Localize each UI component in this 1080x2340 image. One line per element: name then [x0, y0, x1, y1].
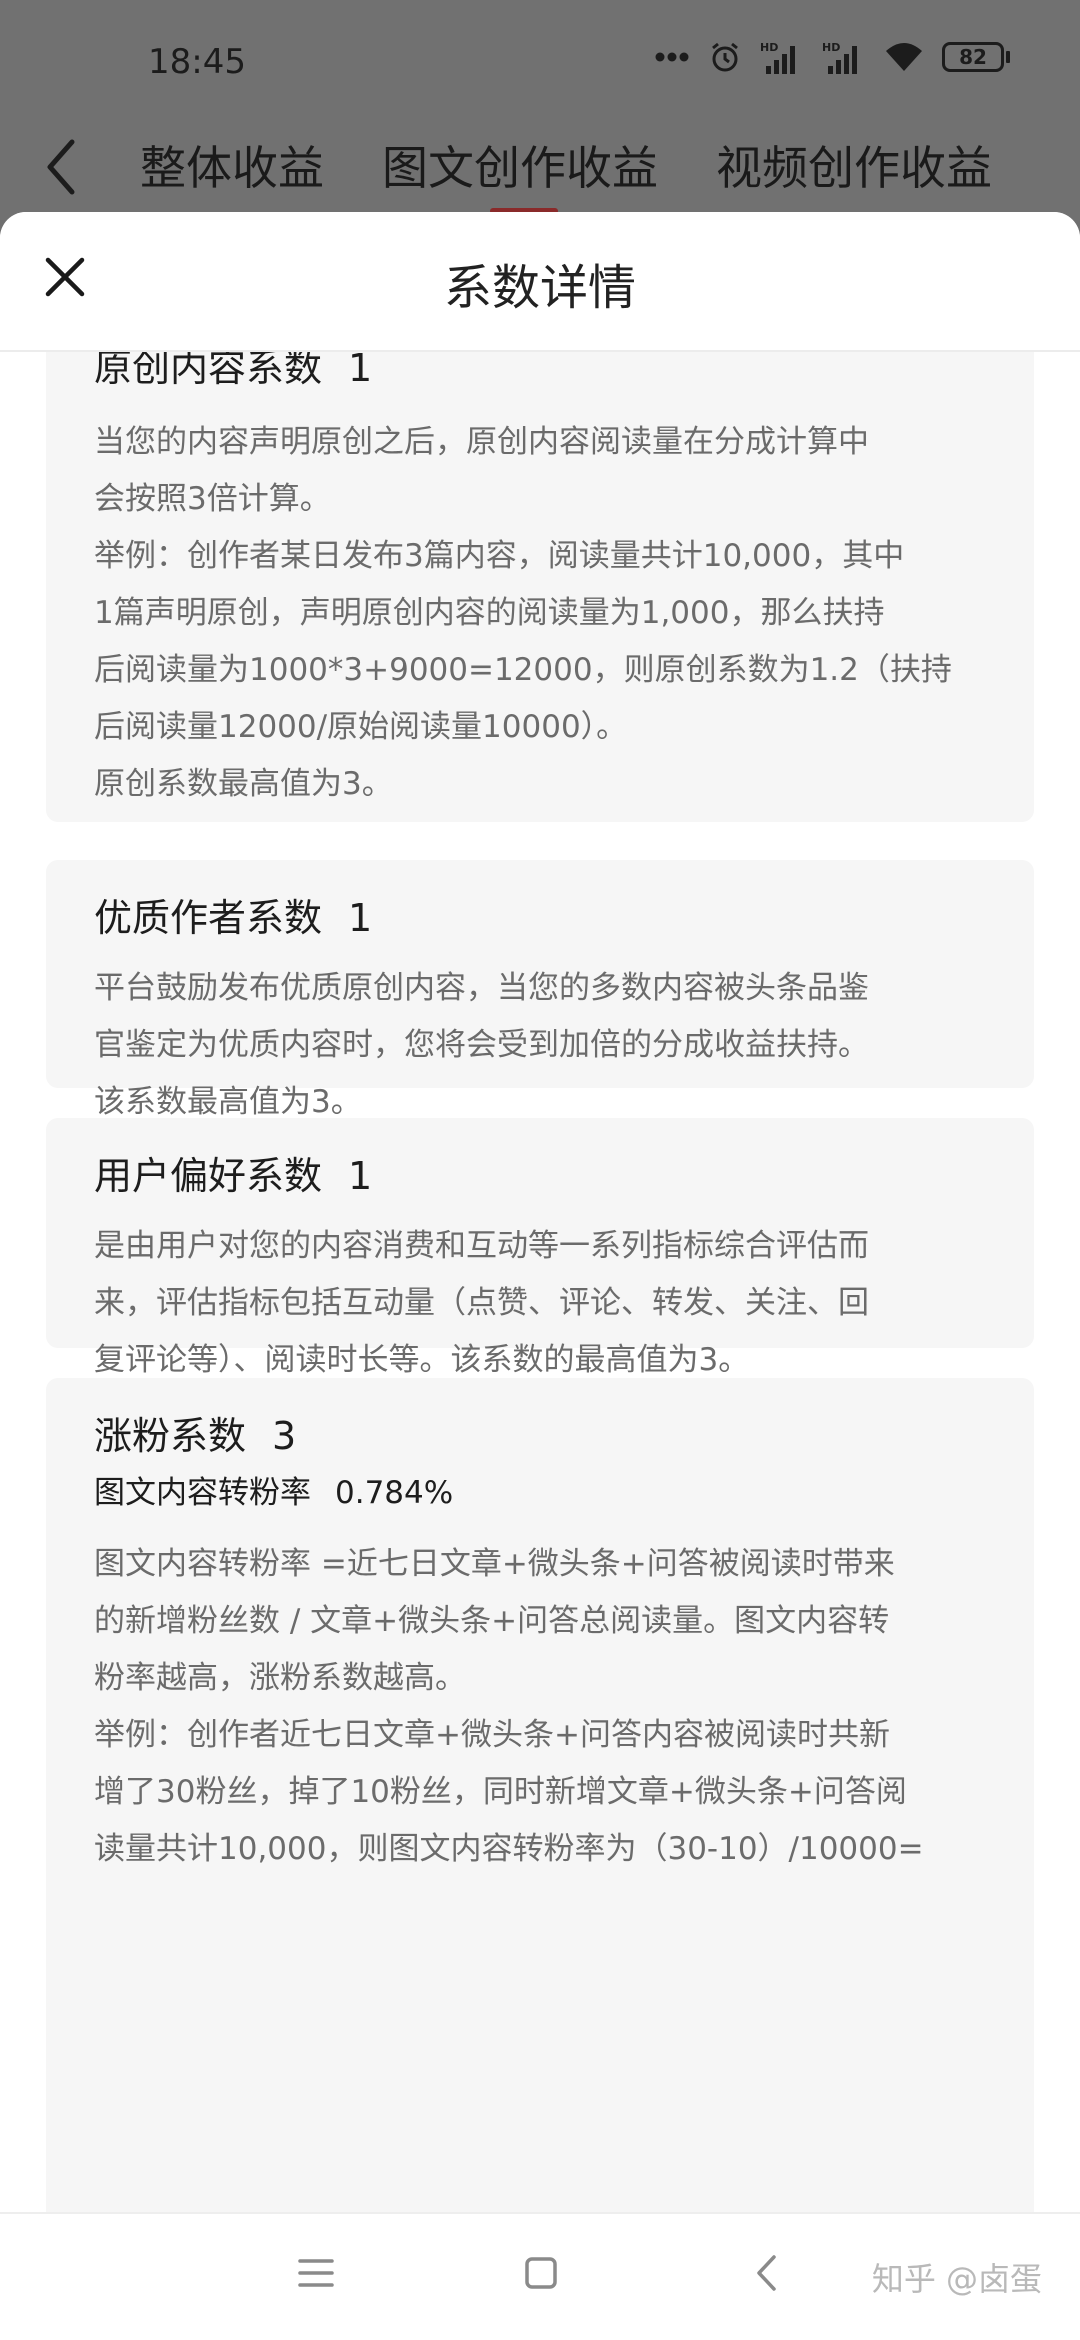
- hd-signal-icon: HD: [760, 41, 795, 74]
- card-body: 当您的内容声明原创之后，原创内容阅读量在分成计算中 会按照3倍计算。 举例：创作…: [94, 414, 986, 813]
- card-body: 是由用户对您的内容消费和互动等一系列指标综合评估而 来，评估指标包括互动量（点赞…: [94, 1218, 986, 1389]
- more-dots-icon: [655, 52, 689, 62]
- sheet-title: 系数详情: [443, 260, 636, 316]
- card-title-value: 3: [272, 1414, 297, 1458]
- card-text-line: 的新增粉丝数 / 文章+微头条+问答总阅读量。图文内容转: [94, 1603, 890, 1639]
- card-title-value: 1: [348, 350, 373, 390]
- card-title-label: 原创内容系数: [94, 350, 323, 390]
- card-body: 平台鼓励发布优质原创内容，当您的多数内容被头条品鉴 官鉴定为优质内容时，您将会受…: [94, 960, 986, 1131]
- card-title-value: 1: [348, 896, 373, 940]
- menu-icon[interactable]: [298, 2258, 334, 2288]
- card-title: 优质作者系数 1: [94, 860, 986, 946]
- battery-level: 82: [942, 42, 1004, 72]
- status-time: 18:45: [148, 42, 246, 82]
- card-text-line: 举例：创作者近七日文章+微头条+问答内容被阅读时共新: [94, 1717, 890, 1753]
- coefficient-details-sheet: 系数详情 原创内容系数 1 当您的内容声明原创之后，原创内容阅读量在分成计算中 会…: [0, 212, 1080, 2212]
- card-text-line: 平台鼓励发布优质原创内容，当您的多数内容被头条品鉴: [94, 970, 869, 1006]
- card-body: 图文内容转粉率 =近七日文章+微头条+问答被阅读时带来 的新增粉丝数 / 文章+…: [94, 1536, 986, 1878]
- tab-article-earnings[interactable]: 图文创作收益: [382, 132, 658, 198]
- home-square-icon[interactable]: [524, 2256, 558, 2290]
- card-title: 涨粉系数 3: [94, 1378, 986, 1464]
- card-title-label: 用户偏好系数: [94, 1154, 323, 1198]
- card-title-value: 1: [348, 1154, 373, 1198]
- zhihu-watermark: 知乎 @卤蛋: [871, 2260, 1042, 2298]
- card-text-line: 当您的内容声明原创之后，原创内容阅读量在分成计算中: [94, 424, 869, 460]
- conversion-rate-value: 0.784%: [335, 1475, 454, 1511]
- sheet-header: 系数详情: [0, 212, 1080, 352]
- back-arrow-icon[interactable]: [40, 132, 80, 202]
- card-text-line: 会按照3倍计算。: [94, 481, 331, 517]
- quality-author-card: 优质作者系数 1 平台鼓励发布优质原创内容，当您的多数内容被头条品鉴 官鉴定为优质…: [46, 860, 1034, 1120]
- card-title: 用户偏好系数 1: [94, 1118, 986, 1204]
- card-text-line: 举例：创作者某日发布3篇内容，阅读量共计10,000，其中: [94, 538, 905, 574]
- alarm-icon: [712, 42, 738, 72]
- wifi-icon: [886, 43, 922, 71]
- follower-growth-card: 涨粉系数 3 图文内容转粉率 0.784% 图文内容转粉率 =近七日文章+微头条+问…: [46, 1378, 1034, 2212]
- card-text-line: 是由用户对您的内容消费和互动等一系列指标综合评估而: [94, 1228, 869, 1264]
- battery-tip: [1006, 51, 1010, 63]
- hd-signal-icon: HD: [822, 41, 857, 74]
- card-text-line: 官鉴定为优质内容时，您将会受到加倍的分成收益扶持。: [94, 1027, 869, 1063]
- tab-video-earnings[interactable]: 视频创作收益: [716, 132, 992, 198]
- card-title-label: 涨粉系数: [94, 1414, 247, 1458]
- card-text-line: 1篇声明原创，声明原创内容的阅读量为1,000，那么扶持: [94, 595, 885, 631]
- status-icons: HD HD 82: [654, 40, 1010, 74]
- card-text-line: 图文内容转粉率 =近七日文章+微头条+问答被阅读时带来: [94, 1546, 895, 1582]
- card-text-line: 原创系数最高值为3。: [94, 766, 393, 802]
- screen: 18:45 HD HD 82 整体收益 图文创作收益 视频创作收益 系数详情 原…: [0, 0, 1080, 2340]
- top-nav: 整体收益 图文创作收益 视频创作收益: [0, 120, 1080, 220]
- card-title: 原创内容系数 1: [94, 350, 986, 396]
- system-nav-bar: 知乎 @卤蛋: [0, 2212, 1080, 2340]
- card-text-line: 粉率越高，涨粉系数越高。: [94, 1660, 466, 1696]
- sheet-scroll-area[interactable]: 原创内容系数 1 当您的内容声明原创之后，原创内容阅读量在分成计算中 会按照3倍计…: [0, 350, 1080, 2212]
- card-text-line: 后阅读量为1000*3+9000=12000，则原创系数为1.2（扶持: [94, 652, 952, 688]
- user-preference-card: 用户偏好系数 1 是由用户对您的内容消费和互动等一系列指标综合评估而 来，评估指标…: [46, 1118, 1034, 1378]
- back-chevron-icon[interactable]: [754, 2254, 778, 2292]
- card-text-line: 读量共计10,000，则图文内容转粉率为（30-10）/10000=: [94, 1831, 924, 1867]
- card-text-line: 来，评估指标包括互动量（点赞、评论、转发、关注、回: [94, 1285, 869, 1321]
- tab-overall-earnings[interactable]: 整体收益: [140, 132, 324, 198]
- card-text-line: 后阅读量12000/原始阅读量10000）。: [94, 709, 628, 745]
- status-bar: 18:45 HD HD 82: [0, 0, 1080, 120]
- svg-text:HD: HD: [760, 41, 778, 54]
- card-text-line: 增了30粉丝，掉了10粉丝，同时新增文章+微头条+问答阅: [94, 1774, 907, 1810]
- conversion-rate-label: 图文内容转粉率: [94, 1475, 311, 1511]
- svg-text:HD: HD: [822, 41, 840, 54]
- card-title-label: 优质作者系数: [94, 896, 323, 940]
- conversion-rate-row: 图文内容转粉率 0.784%: [94, 1468, 986, 1518]
- battery-icon: 82: [942, 42, 1010, 72]
- original-content-card: 原创内容系数 1 当您的内容声明原创之后，原创内容阅读量在分成计算中 会按照3倍计…: [46, 350, 1034, 822]
